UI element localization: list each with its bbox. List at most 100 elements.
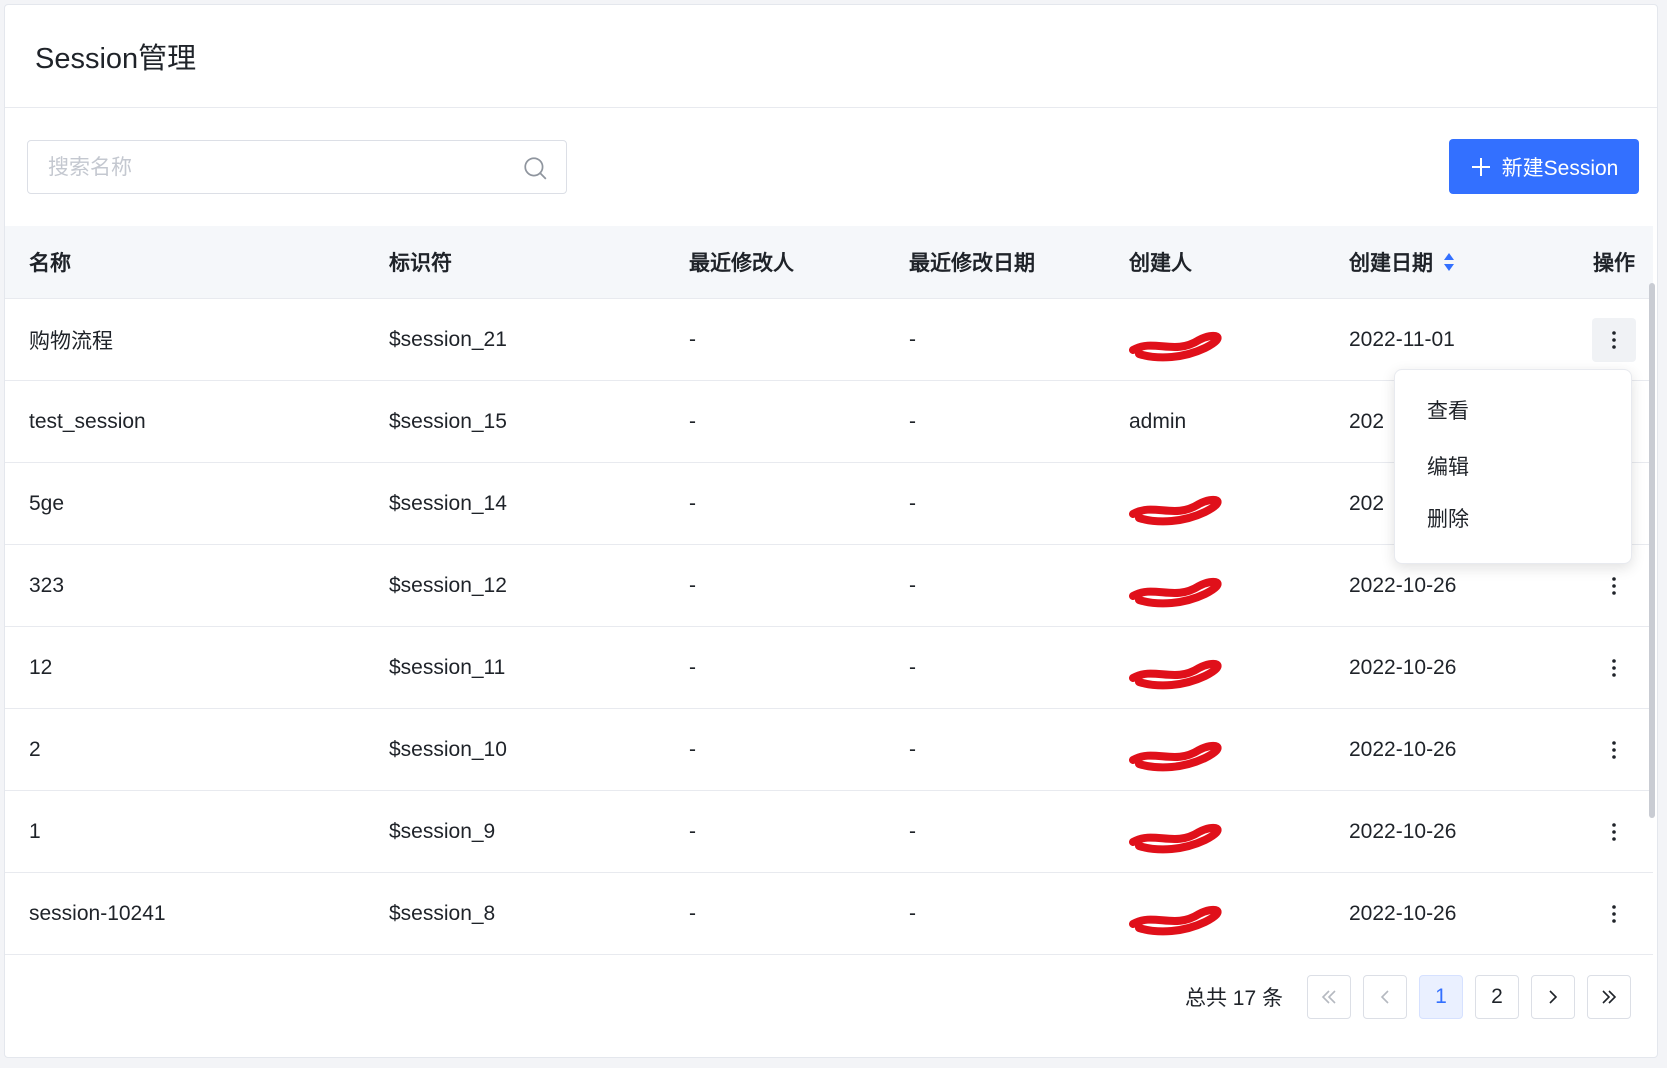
cell-creator [1105,820,1325,853]
search-box[interactable] [27,140,567,195]
menu-item-view[interactable]: 查看 [1395,388,1631,432]
table-row[interactable]: 12 $session_11 - - 2022-10-26 [5,627,1653,709]
cell-modifier: - [689,819,696,843]
cell-creator: admin [1129,409,1187,433]
new-session-button[interactable]: 新建Session [1449,139,1639,194]
prev-page-button[interactable] [1363,975,1407,1019]
cell-identifier: $session_12 [389,573,507,597]
cell-name: 2 [29,737,41,761]
cell-name: test_session [29,409,146,433]
pagination: 总共 17 条 1 2 [1185,975,1631,1019]
cell-modified-date: - [909,655,916,679]
cell-identifier: $session_11 [389,655,506,679]
cell-actions [1545,564,1653,608]
more-actions-button[interactable] [1592,728,1636,772]
cell-actions [1545,728,1653,772]
more-actions-button[interactable] [1592,810,1636,854]
column-header-modified-date: 最近修改日期 [909,252,1035,275]
more-actions-button[interactable] [1592,892,1636,936]
cell-name: 12 [29,655,53,679]
cell-modifier: - [689,737,696,761]
cell-modified-date: - [909,573,916,597]
last-page-button[interactable] [1587,975,1631,1019]
cell-modifier: - [689,491,696,515]
cell-modified-date: - [909,327,916,351]
table-row[interactable]: session-10241 $session_8 - - 2022-10-26 [5,873,1653,955]
cell-actions [1545,810,1653,854]
total-count: 总共 17 条 [1184,987,1283,1010]
column-header-created-date[interactable]: 创建日期 [1325,247,1545,277]
cell-modifier: - [689,409,696,433]
plus-icon [1471,157,1490,176]
page-title: Session管理 [35,43,197,75]
column-header-creator: 创建人 [1129,252,1192,275]
cell-created-date: 2022-10-26 [1349,737,1457,761]
cell-creator [1105,492,1325,525]
session-panel: Session管理 新建Session 名称 标识符 最近修改人 最近修改日期 … [4,4,1658,1058]
session-table: 名称 标识符 最近修改人 最近修改日期 创建人 创建日期 操作 购物流程 $ses… [5,226,1653,955]
more-actions-button[interactable] [1592,317,1636,362]
next-page-icon [1549,990,1558,1004]
cell-identifier: $session_21 [389,327,507,351]
cell-modifier: - [689,655,696,679]
more-vertical-icon [1612,576,1616,595]
cell-creator [1105,656,1325,689]
cell-modified-date: - [909,901,916,925]
cell-modified-date: - [909,491,916,515]
last-page-icon [1602,990,1617,1004]
column-header-actions: 操作 [1593,252,1635,275]
next-page-button[interactable] [1531,975,1575,1019]
more-vertical-icon [1612,904,1616,923]
table-row[interactable]: 2 $session_10 - - 2022-10-26 [5,709,1653,791]
page-header: Session管理 [5,5,1657,108]
cell-actions [1545,892,1653,936]
cell-name: 购物流程 [29,329,113,353]
menu-item-edit[interactable]: 编辑 [1395,444,1631,488]
cell-modified-date: - [909,409,916,433]
page-button-1[interactable]: 1 [1419,975,1463,1019]
more-actions-button[interactable] [1592,564,1636,608]
cell-name: 5ge [29,491,65,515]
cell-created-date: 2022-10-26 [1349,819,1457,843]
search-input[interactable] [46,141,510,195]
cell-creator [1105,328,1325,361]
cell-modified-date: - [909,819,916,843]
more-vertical-icon [1612,740,1616,759]
cell-actions [1545,317,1653,362]
prev-page-icon [1380,990,1389,1004]
redaction-mark [1129,331,1222,361]
cell-identifier: $session_9 [389,819,496,843]
redaction-mark [1129,823,1222,853]
column-header-modifier: 最近修改人 [689,252,794,275]
cell-identifier: $session_10 [389,737,507,761]
redaction-mark [1129,577,1222,607]
more-vertical-icon [1612,822,1616,841]
cell-created-date: 2022-10-26 [1349,573,1457,597]
more-vertical-icon [1612,658,1616,677]
search-icon[interactable] [522,155,548,181]
cell-creator [1105,574,1325,607]
more-actions-button[interactable] [1592,646,1636,690]
sort-icon[interactable] [1443,251,1455,273]
page-button-2[interactable]: 2 [1475,975,1519,1019]
cell-name: 1 [29,819,41,843]
cell-modified-date: - [909,737,916,761]
cell-identifier: $session_8 [389,901,496,925]
table-header: 名称 标识符 最近修改人 最近修改日期 创建人 创建日期 操作 [5,226,1653,299]
toolbar: 新建Session [5,108,1657,226]
cell-creator [1105,738,1325,771]
cell-created-date: 2022-10-26 [1349,901,1457,925]
cell-name: session-10241 [29,901,166,925]
column-header-identifier: 标识符 [389,252,452,275]
first-page-button[interactable] [1307,975,1351,1019]
redaction-mark [1129,741,1222,771]
table-scrollbar[interactable] [1649,283,1655,818]
cell-created-date: 2022-11-01 [1349,327,1455,351]
table-row[interactable]: 1 $session_9 - - 2022-10-26 [5,791,1653,873]
redaction-mark [1129,659,1222,689]
column-header-name: 名称 [29,252,71,275]
cell-modifier: - [689,327,696,351]
cell-identifier: $session_15 [389,409,507,433]
cell-identifier: $session_14 [389,491,507,515]
menu-item-delete[interactable]: 删除 [1395,496,1631,540]
